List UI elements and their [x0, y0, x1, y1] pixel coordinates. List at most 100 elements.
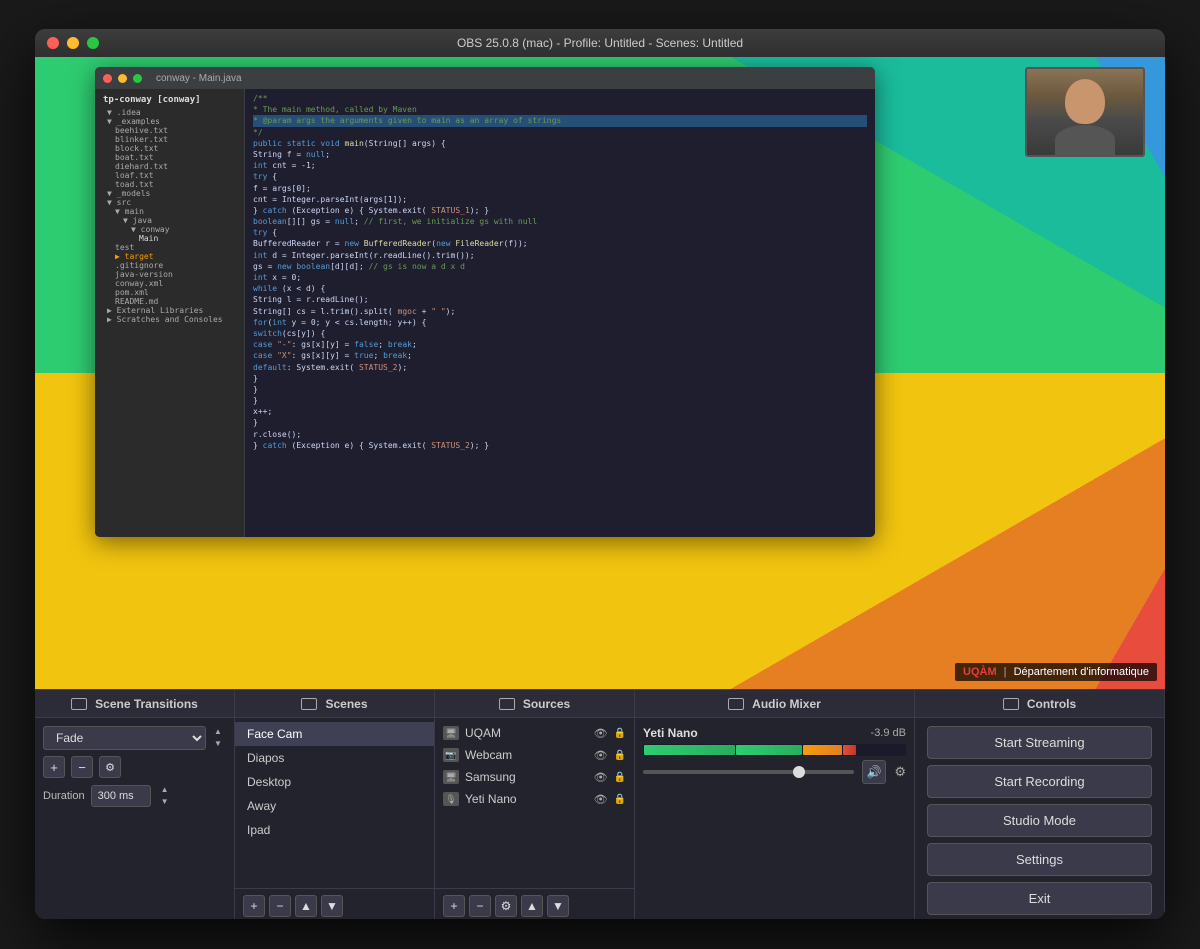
transition-type-select[interactable]: Fade Cut Swipe — [43, 726, 206, 750]
scene-transitions-section: Scene Transitions Fade Cut Swipe ▲ ▼ — [35, 690, 235, 919]
spin-up[interactable]: ▲ — [210, 726, 226, 738]
mute-button[interactable]: 🔊 — [862, 760, 886, 784]
sources-label: Sources — [523, 697, 570, 711]
move-source-up-button[interactable]: ▲ — [521, 895, 543, 917]
scenes-icon — [301, 698, 317, 710]
studio-mode-button[interactable]: Studio Mode — [927, 804, 1152, 837]
scene-item-away[interactable]: Away — [235, 794, 434, 818]
remove-source-button[interactable]: − — [469, 895, 491, 917]
audio-mixer-label: Audio Mixer — [752, 697, 821, 711]
audio-meter — [643, 744, 906, 756]
audio-content: Yeti Nano -3.9 dB 🔊 ⚙ — [635, 718, 914, 792]
yetinano-visibility-toggle[interactable]: 👁 — [594, 793, 608, 806]
scene-transitions-header: Scene Transitions — [35, 690, 234, 718]
ide-min — [118, 74, 127, 83]
scenes-section: Scenes Face Cam Diapos Desktop Away Ipad… — [235, 690, 435, 919]
uqam-watermark: UQÀM | Département d'informatique — [955, 663, 1157, 681]
transition-settings-button[interactable]: ⚙ — [99, 756, 121, 778]
remove-transition-button[interactable]: − — [71, 756, 93, 778]
uqam-visibility-toggle[interactable]: 👁 — [594, 727, 608, 740]
duration-spin-up[interactable]: ▲ — [157, 784, 173, 796]
ide-window: conway - Main.java tp-conway [conway] ▼ … — [95, 67, 875, 537]
close-button[interactable] — [47, 37, 59, 49]
spin-down[interactable]: ▼ — [210, 738, 226, 750]
yetinano-lock-toggle[interactable]: 🔒 — [614, 794, 626, 805]
controls-header: Controls — [915, 690, 1164, 718]
audio-track-yetinano: Yeti Nano -3.9 dB 🔊 ⚙ — [643, 726, 906, 784]
maximize-button[interactable] — [87, 37, 99, 49]
minimize-button[interactable] — [67, 37, 79, 49]
remove-scene-button[interactable]: − — [269, 895, 291, 917]
samsung-lock-toggle[interactable]: 🔒 — [614, 772, 626, 783]
ide-sidebar: tp-conway [conway] ▼ .idea ▼ _examples b… — [95, 89, 245, 537]
duration-label: Duration — [43, 790, 85, 802]
scene-item-diapos[interactable]: Diapos — [235, 746, 434, 770]
scene-transitions-icon — [71, 698, 87, 710]
meter-green — [644, 745, 735, 755]
sources-list: 🖥 UQAM 👁 🔒 📷 Webcam 👁 🔒 🖥 Samsung — [435, 718, 634, 888]
samsung-visibility-toggle[interactable]: 👁 — [594, 771, 608, 784]
webcam-person — [1027, 69, 1143, 155]
sources-header: Sources — [435, 690, 634, 718]
ide-title: conway - Main.java — [156, 73, 242, 84]
controls-label: Controls — [1027, 697, 1076, 711]
uqam-lock-toggle[interactable]: 🔒 — [614, 728, 626, 739]
sources-section: Sources 🖥 UQAM 👁 🔒 📷 Webcam 👁 🔒 — [435, 690, 635, 919]
duration-spin-down[interactable]: ▼ — [157, 796, 173, 808]
panel-sections: Scene Transitions Fade Cut Swipe ▲ ▼ — [35, 689, 1165, 919]
settings-button[interactable]: Settings — [927, 843, 1152, 876]
move-scene-up-button[interactable]: ▲ — [295, 895, 317, 917]
move-source-down-button[interactable]: ▼ — [547, 895, 569, 917]
title-bar: OBS 25.0.8 (mac) - Profile: Untitled - S… — [35, 29, 1165, 57]
source-item-samsung: 🖥 Samsung 👁 🔒 — [435, 766, 634, 788]
add-source-button[interactable]: + — [443, 895, 465, 917]
project-label: tp-conway [conway] — [99, 93, 240, 107]
audio-mixer-header: Audio Mixer — [635, 690, 914, 718]
uqam-dept: Département d'informatique — [1014, 666, 1149, 678]
transition-spin-arrows: ▲ ▼ — [210, 726, 226, 750]
window-title: OBS 25.0.8 (mac) - Profile: Untitled - S… — [457, 36, 743, 50]
start-streaming-button[interactable]: Start Streaming — [927, 726, 1152, 759]
controls-section: Controls Start Streaming Start Recording… — [915, 690, 1165, 919]
move-scene-down-button[interactable]: ▼ — [321, 895, 343, 917]
start-recording-button[interactable]: Start Recording — [927, 765, 1152, 798]
add-scene-button[interactable]: + — [243, 895, 265, 917]
samsung-source-name: Samsung — [465, 770, 588, 784]
webcam-overlay — [1025, 67, 1145, 157]
source-item-webcam: 📷 Webcam 👁 🔒 — [435, 744, 634, 766]
yetinano-source-icon: 🎙 — [443, 792, 459, 806]
controls-buttons: Start Streaming Start Recording Studio M… — [915, 718, 1164, 919]
exit-button[interactable]: Exit — [927, 882, 1152, 915]
preview-area: conway - Main.java tp-conway [conway] ▼ … — [35, 57, 1165, 689]
scenes-header: Scenes — [235, 690, 434, 718]
uqam-logo: UQÀM — [963, 666, 997, 678]
add-transition-button[interactable]: + — [43, 756, 65, 778]
webcam-body — [1055, 125, 1115, 155]
audio-mixer-section: Audio Mixer Yeti Nano -3.9 dB — [635, 690, 915, 919]
duration-input[interactable] — [91, 785, 151, 807]
source-item-yetinano: 🎙 Yeti Nano 👁 🔒 — [435, 788, 634, 810]
scene-item-facecam[interactable]: Face Cam — [235, 722, 434, 746]
audio-track-name: Yeti Nano — [643, 726, 698, 740]
scenes-controls: + − ▲ ▼ — [235, 888, 434, 919]
scenes-label: Scenes — [325, 697, 367, 711]
webcam-head — [1065, 79, 1105, 124]
scene-item-ipad[interactable]: Ipad — [235, 818, 434, 842]
uqam-source-name: UQAM — [465, 726, 588, 740]
webcam-lock-toggle[interactable]: 🔒 — [614, 750, 626, 761]
volume-slider[interactable] — [643, 770, 854, 774]
source-item-uqam: 🖥 UQAM 👁 🔒 — [435, 722, 634, 744]
source-settings-button[interactable]: ⚙ — [495, 895, 517, 917]
webcam-visibility-toggle[interactable]: 👁 — [594, 749, 608, 762]
audio-settings-button[interactable]: ⚙ — [894, 764, 906, 780]
sources-controls: + − ⚙ ▲ ▼ — [435, 888, 634, 919]
scene-transitions-label: Scene Transitions — [95, 697, 198, 711]
scene-item-desktop[interactable]: Desktop — [235, 770, 434, 794]
transitions-content: Fade Cut Swipe ▲ ▼ + − ⚙ — [35, 718, 234, 816]
uqam-source-icon: 🖥 — [443, 726, 459, 740]
audio-track-header: Yeti Nano -3.9 dB — [643, 726, 906, 740]
audio-mixer-icon — [728, 698, 744, 710]
ide-titlebar: conway - Main.java — [95, 67, 875, 89]
webcam-source-icon: 📷 — [443, 748, 459, 762]
webcam-source-name: Webcam — [465, 748, 588, 762]
